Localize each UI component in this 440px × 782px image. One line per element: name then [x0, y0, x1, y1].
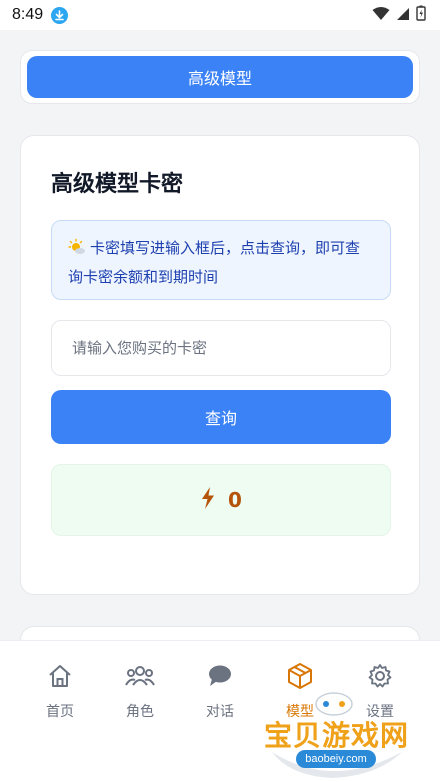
nav-label-roles: 角色 [126, 704, 154, 720]
nav-label-home: 首页 [46, 704, 74, 720]
nav-label-chat: 对话 [206, 704, 234, 720]
chat-icon [207, 661, 233, 691]
home-icon [47, 661, 73, 691]
notice-box: 卡密填写进输入框后，点击查询，即可查询卡密余额和到期时间 [51, 220, 391, 300]
watermark-title: 宝贝游戏网 [264, 719, 410, 752]
users-icon [125, 661, 155, 691]
card-key-query-card: 高级模型卡密 卡密填写进输入框后，点击查询，即可查询卡密余额和到期时间 查询 0 [20, 135, 420, 595]
cube-icon [286, 661, 314, 691]
lightning-icon [200, 486, 216, 514]
status-left: 8:49 [12, 6, 69, 24]
status-time: 8:49 [12, 6, 44, 23]
query-button[interactable]: 查询 [51, 390, 391, 444]
watermark-url: baobeiy.com [296, 750, 376, 768]
wifi-icon [372, 6, 390, 25]
nav-item-chat[interactable]: 对话 [190, 661, 250, 721]
watermark-logo: 宝贝游戏网 baobeiy.com [262, 690, 412, 778]
balance-result: 0 [51, 464, 391, 536]
battery-icon [416, 5, 426, 25]
advanced-model-button[interactable]: 高级模型 [27, 56, 413, 98]
status-right [372, 5, 426, 25]
signal-icon [396, 6, 410, 25]
card-key-input[interactable] [51, 320, 391, 376]
nav-item-roles[interactable]: 角色 [110, 661, 170, 721]
gear-icon [367, 661, 393, 691]
status-bar: 8:49 [0, 0, 440, 30]
notice-text: 卡密填写进输入框后，点击查询，即可查询卡密余额和到期时间 [68, 239, 361, 286]
sun-icon [68, 238, 86, 264]
model-header-card: 高级模型 [20, 50, 420, 104]
nav-item-home[interactable]: 首页 [30, 661, 90, 721]
card-title: 高级模型卡密 [51, 172, 184, 197]
balance-value: 0 [228, 488, 242, 512]
download-icon [51, 6, 69, 24]
